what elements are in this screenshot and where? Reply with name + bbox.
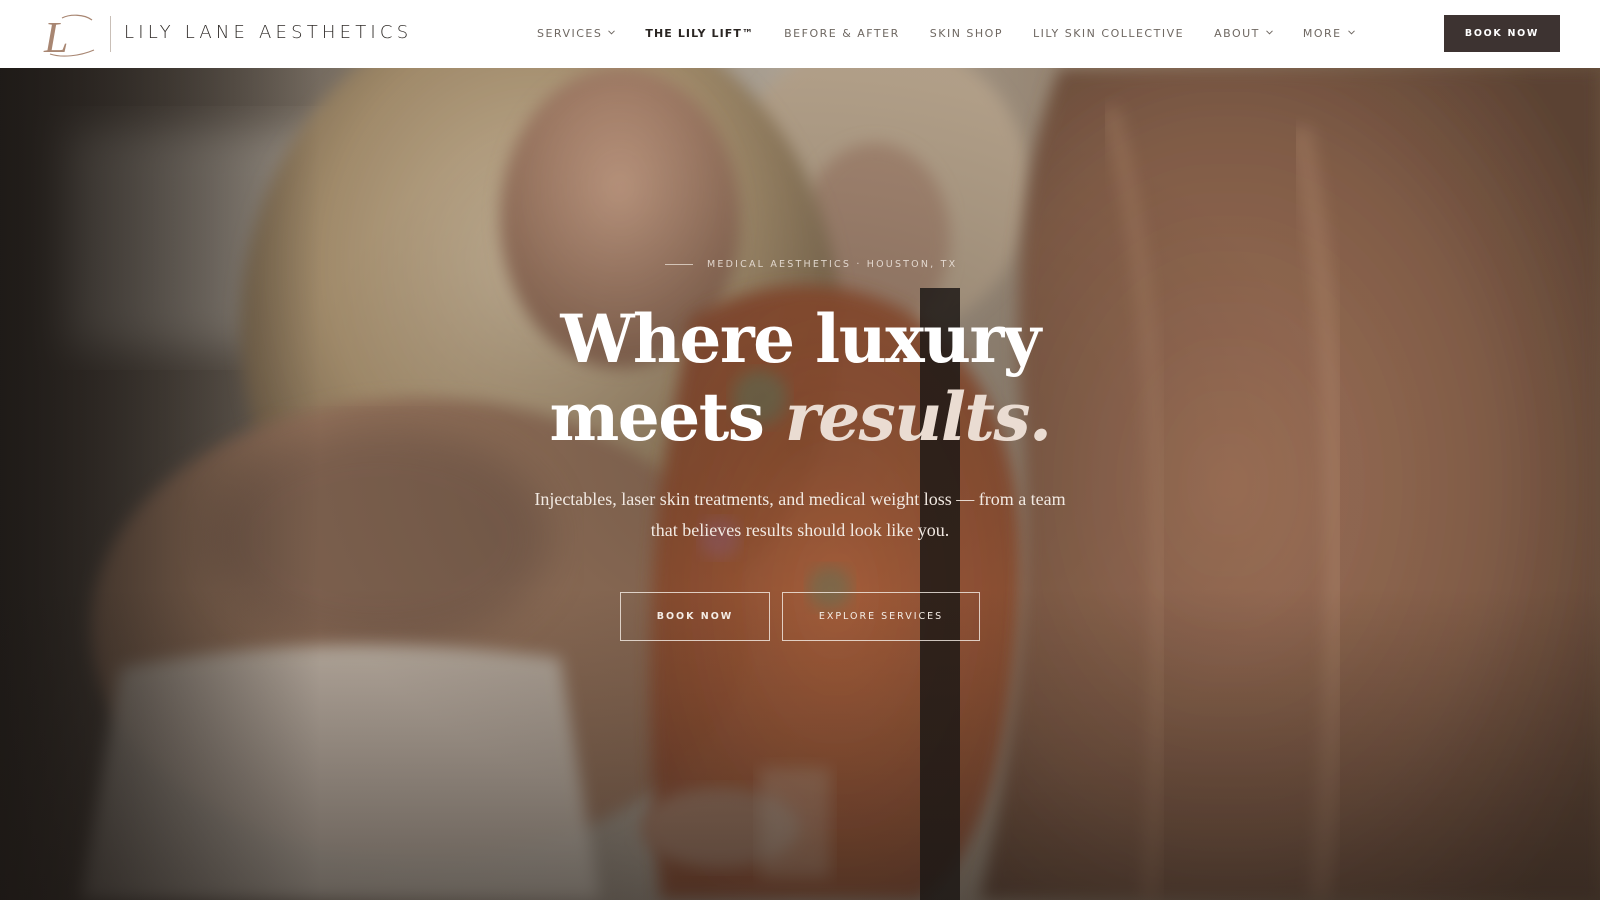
headline-line-2-italic: results.: [784, 378, 1052, 456]
eyebrow-rule: [665, 264, 693, 265]
brand-name[interactable]: LILY LANE AESTHETICS: [124, 22, 412, 43]
nav-item-before-after[interactable]: BEFORE & AFTER: [784, 27, 900, 40]
main-nav: SERVICES THE LILY LIFT™ BEFORE & AFTER S…: [537, 27, 1385, 40]
hero-headline: Where luxury meets results.: [540, 300, 1060, 456]
chevron-down-icon: [1266, 30, 1273, 35]
nav-label: THE LILY LIFT™: [645, 27, 755, 40]
hero-eyebrow: MEDICAL AESTHETICS · HOUSTON, TX: [665, 259, 957, 270]
explore-services-button[interactable]: EXPLORE SERVICES: [782, 592, 980, 641]
nav-item-services[interactable]: SERVICES: [537, 27, 616, 40]
nav-item-skin-collective[interactable]: LILY SKIN COLLECTIVE: [1033, 27, 1184, 40]
nav-item-skin-shop[interactable]: SKIN SHOP: [930, 27, 1003, 40]
site-header: L LILY LANE AESTHETICS SERVICES THE LILY…: [0, 0, 1600, 68]
nav-item-more[interactable]: MORE: [1303, 27, 1355, 40]
nav-label: LILY SKIN COLLECTIVE: [1032, 27, 1185, 40]
nav-label: SERVICES: [537, 27, 603, 40]
nav-item-about[interactable]: ABOUT: [1214, 27, 1273, 40]
headline-line-1: Where luxury: [560, 300, 1041, 378]
chevron-down-icon: [1347, 30, 1355, 35]
nav-label: ABOUT: [1214, 27, 1260, 40]
chevron-down-icon: [608, 30, 616, 35]
headline-line-2-plain: meets: [549, 378, 785, 456]
header-book-now-button[interactable]: BOOK NOW: [1444, 15, 1560, 52]
monogram-logo[interactable]: L: [40, 12, 98, 58]
logo-divider: [110, 16, 111, 52]
nav-label: SKIN SHOP: [929, 27, 1003, 40]
eyebrow-text: MEDICAL AESTHETICS · HOUSTON, TX: [707, 259, 958, 270]
nav-label: MORE: [1302, 27, 1342, 40]
nav-label: BEFORE & AFTER: [784, 27, 900, 40]
hero-book-now-button[interactable]: BOOK NOW: [620, 592, 770, 641]
svg-text:L: L: [43, 13, 68, 58]
hero-subtext: Injectables, laser skin treatments, and …: [534, 489, 1066, 540]
nav-item-lily-lift[interactable]: THE LILY LIFT™: [645, 27, 754, 40]
